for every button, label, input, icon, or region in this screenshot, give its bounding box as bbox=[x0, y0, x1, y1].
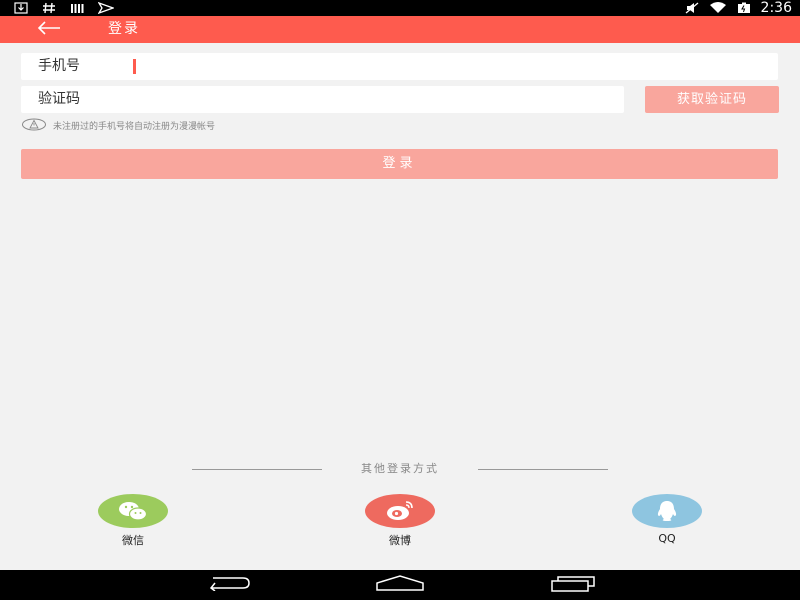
get-code-button[interactable]: 获取验证码 bbox=[645, 86, 779, 113]
status-bar: 2:36 bbox=[0, 0, 800, 16]
weibo-login-button[interactable]: 微博 bbox=[365, 494, 435, 548]
download-icon bbox=[14, 0, 28, 18]
weibo-icon bbox=[365, 494, 435, 528]
text-cursor bbox=[133, 59, 136, 74]
back-button[interactable] bbox=[36, 16, 62, 43]
hint-text: 未注册过的手机号将自动注册为漫漫帐号 bbox=[53, 121, 216, 132]
phone-field[interactable]: 手机号 bbox=[21, 53, 778, 80]
weibo-label: 微博 bbox=[389, 534, 411, 547]
hash-icon bbox=[42, 0, 56, 18]
clock: 2:36 bbox=[760, 0, 792, 16]
home-nav-button[interactable] bbox=[370, 570, 430, 600]
divider-right bbox=[478, 469, 608, 470]
send-icon bbox=[97, 0, 115, 18]
home-nav-icon bbox=[374, 574, 426, 596]
verification-code-field[interactable]: 验证码 bbox=[21, 86, 624, 113]
divider-left bbox=[192, 469, 322, 470]
status-left-icons bbox=[14, 0, 115, 18]
wechat-label: 微信 bbox=[122, 534, 144, 547]
phone-label: 手机号 bbox=[38, 58, 80, 74]
warning-icon bbox=[21, 116, 47, 135]
back-nav-icon bbox=[203, 575, 253, 595]
arrow-left-icon bbox=[37, 20, 61, 39]
page-title: 登录 bbox=[108, 21, 140, 37]
status-right-icons: 2:36 bbox=[685, 0, 792, 16]
mute-icon bbox=[685, 0, 699, 18]
wechat-icon bbox=[98, 494, 168, 528]
qq-icon bbox=[632, 494, 702, 528]
code-label: 验证码 bbox=[38, 91, 80, 107]
navigation-bar bbox=[0, 570, 800, 600]
other-login-label: 其他登录方式 bbox=[361, 462, 439, 475]
recents-nav-icon bbox=[546, 574, 598, 596]
qq-label: QQ bbox=[658, 532, 676, 545]
signal-bars-icon bbox=[70, 0, 84, 18]
title-bar: 登录 bbox=[0, 16, 800, 43]
login-button[interactable]: 登录 bbox=[21, 149, 778, 179]
wechat-login-button[interactable]: 微信 bbox=[98, 494, 168, 548]
qq-login-button[interactable]: QQ bbox=[632, 494, 702, 548]
recents-nav-button[interactable] bbox=[542, 570, 602, 600]
back-nav-button[interactable] bbox=[198, 570, 258, 600]
wifi-icon bbox=[709, 0, 727, 18]
register-hint: 未注册过的手机号将自动注册为漫漫帐号 bbox=[21, 118, 215, 132]
battery-icon bbox=[737, 0, 751, 18]
